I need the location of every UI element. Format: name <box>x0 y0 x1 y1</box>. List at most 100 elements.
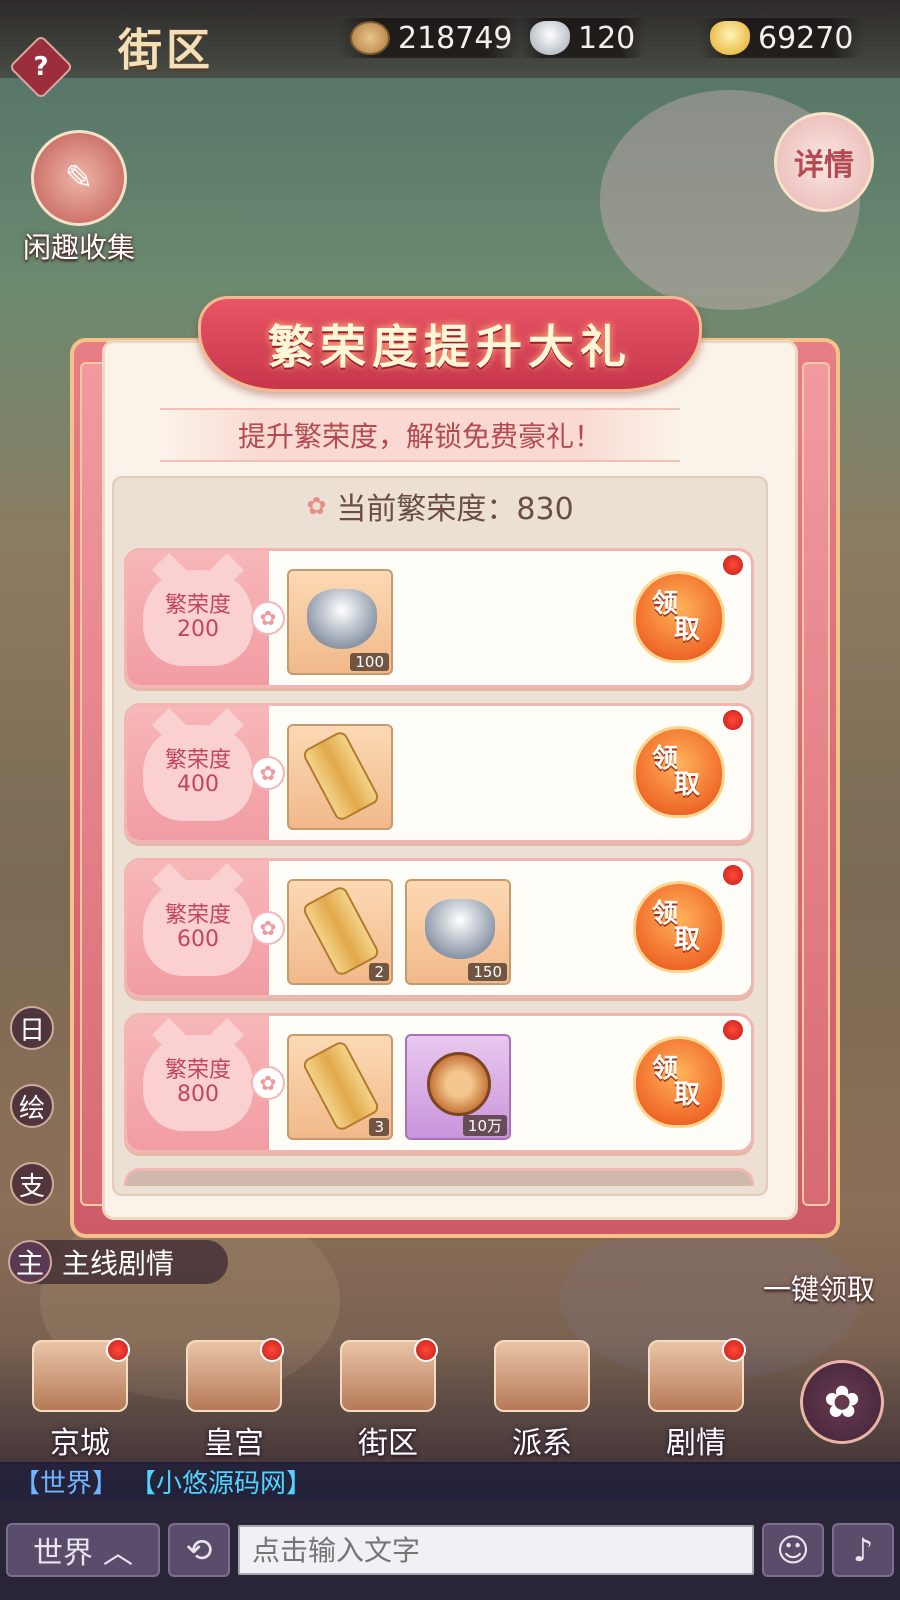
nav-palace[interactable]: 皇宫 <box>164 1338 304 1464</box>
details-button[interactable]: 详情 <box>764 112 884 212</box>
item-count: 150 <box>468 963 507 981</box>
item-count: 100 <box>350 653 389 671</box>
nav-label: 剧情 <box>666 1426 726 1461</box>
dialog-title: 繁荣度提升大礼 <box>268 320 632 374</box>
nav-label: 派系 <box>512 1426 572 1461</box>
reward-item[interactable]: 10万 <box>405 1034 511 1140</box>
reward-tier-800: 繁荣度 800 ✿ 3 10万 领 取 <box>124 1013 754 1153</box>
dialog-subtitle: 提升繁荣度，解锁免费豪礼！ <box>160 408 680 462</box>
item-count: 10万 <box>462 1115 507 1136</box>
quest-label: 主线剧情 <box>62 1247 175 1280</box>
claim-label-top: 领 <box>652 1054 679 1084</box>
claim-label-bottom: 取 <box>674 615 701 645</box>
currency-prosperity: 218749 <box>340 18 523 58</box>
notification-dot <box>721 1018 745 1042</box>
chevron-up-icon: ︿ <box>103 1536 133 1571</box>
flower-icon: ✿ <box>251 756 285 790</box>
claim-all-label: 一键领取 <box>762 1273 875 1306</box>
nav-district[interactable]: 街区 <box>318 1338 458 1464</box>
chat-sender: 【小悠源码网】 <box>130 1468 313 1499</box>
blossom-icon: ✿ <box>823 1376 861 1428</box>
blossom-menu-button[interactable]: ✿ <box>800 1360 884 1444</box>
claim-button[interactable]: 领 取 <box>633 881 725 973</box>
quest-icon: 主 <box>8 1240 52 1284</box>
gold-ingot-icon <box>710 21 750 55</box>
chat-input[interactable] <box>238 1525 754 1575</box>
nav-story[interactable]: 剧情 <box>626 1338 766 1464</box>
scroll-icon: ✎ <box>31 130 127 226</box>
dialog-title-banner: 繁荣度提升大礼 <box>198 296 702 392</box>
flower-icon: ✿ <box>251 1066 285 1100</box>
tier-badge: 繁荣度 200 <box>127 551 269 685</box>
tier-threshold: 400 <box>177 772 219 797</box>
details-label: 详情 <box>774 112 874 212</box>
currency-gold: 69270 <box>700 18 864 58</box>
microphone-icon: ♪ <box>852 1531 874 1569</box>
notification-dot <box>721 553 745 577</box>
history-button[interactable]: ⟲ <box>168 1523 230 1577</box>
tier-badge: 繁荣度 600 <box>127 861 269 995</box>
tier-label: 繁荣度 <box>164 1058 231 1083</box>
reward-item[interactable]: 2 <box>287 879 393 985</box>
reward-item[interactable]: 100 <box>287 569 393 675</box>
tier-threshold: 200 <box>177 617 219 642</box>
claim-all-button[interactable]: 一键领取 <box>744 1268 894 1308</box>
cat-badge-icon: 繁荣度 200 <box>143 570 253 666</box>
flower-icon: ✿ <box>306 492 327 520</box>
area-title: 街区 <box>118 25 214 76</box>
collect-label: 闲趣收集 <box>22 231 135 264</box>
reward-tier-400: 繁荣度 400 ✿ 领 取 <box>124 703 754 843</box>
cat-badge-icon: 繁荣度 800 <box>143 1035 253 1131</box>
main-quest-bar[interactable]: 主 主线剧情 <box>8 1240 228 1284</box>
claim-label-top: 领 <box>652 899 679 929</box>
channel-label: 世界 <box>33 1536 93 1571</box>
history-icon: ⟲ <box>185 1531 213 1569</box>
chat-channel-tag: 【世界】 <box>14 1468 119 1499</box>
voice-button[interactable]: ♪ <box>832 1523 894 1577</box>
emoji-button[interactable]: ☺ <box>762 1523 824 1577</box>
reward-tier-next <box>124 1168 754 1186</box>
currency-value: 120 <box>578 20 636 56</box>
currency-value: 218749 <box>398 20 513 56</box>
currency-silver: 120 <box>520 18 646 58</box>
tier-threshold: 600 <box>177 927 219 952</box>
support-button[interactable]: 支 <box>10 1162 54 1206</box>
reward-item[interactable]: 150 <box>405 879 511 985</box>
reward-item[interactable] <box>287 724 393 830</box>
item-count: 2 <box>369 963 389 981</box>
daily-button[interactable]: 日 <box>10 1006 54 1050</box>
claim-button[interactable]: 领 取 <box>633 571 725 663</box>
token-icon <box>301 729 381 823</box>
copper-coins-icon <box>427 1052 491 1116</box>
support-label: 支 <box>18 1171 45 1202</box>
silver-ingot-icon <box>307 589 377 649</box>
claim-button[interactable]: 领 取 <box>633 1036 725 1128</box>
item-count: 3 <box>369 1118 389 1136</box>
claim-button[interactable]: 领 取 <box>633 726 725 818</box>
chat-bar: 世界 ︿ ⟲ ☺ ♪ <box>0 1500 900 1600</box>
tier-label: 繁荣度 <box>164 748 231 773</box>
tier-badge: 繁荣度 400 <box>127 706 269 840</box>
daily-label: 日 <box>18 1015 45 1046</box>
reward-item[interactable]: 3 <box>287 1034 393 1140</box>
claim-label-top: 领 <box>652 744 679 774</box>
tier-badge: 繁荣度 800 <box>127 1016 269 1150</box>
collect-button[interactable]: ✎ 闲趣收集 <box>14 130 144 266</box>
notification-dot <box>106 1338 130 1362</box>
nav-faction[interactable]: 派系 <box>472 1340 612 1464</box>
silver-ingot-icon <box>425 899 495 959</box>
notification-dot <box>721 708 745 732</box>
current-prosperity: ✿ 当前繁荣度：830 <box>112 476 768 536</box>
claim-label-top: 领 <box>652 589 679 619</box>
paint-button[interactable]: 绘 <box>10 1084 54 1128</box>
claim-label-bottom: 取 <box>674 925 701 955</box>
channel-select-button[interactable]: 世界 ︿ <box>6 1523 160 1577</box>
tier-label: 繁荣度 <box>164 903 231 928</box>
nav-capital[interactable]: 京城 <box>10 1338 150 1464</box>
chat-message[interactable]: 【世界】 【小悠源码网】 <box>0 1462 900 1500</box>
reward-tier-200: 繁荣度 200 ✿ 100 领 取 <box>124 548 754 688</box>
flower-icon: ✿ <box>251 911 285 945</box>
claim-label-bottom: 取 <box>674 1080 701 1110</box>
nav-label: 皇宫 <box>204 1426 264 1461</box>
notification-dot <box>260 1338 284 1362</box>
